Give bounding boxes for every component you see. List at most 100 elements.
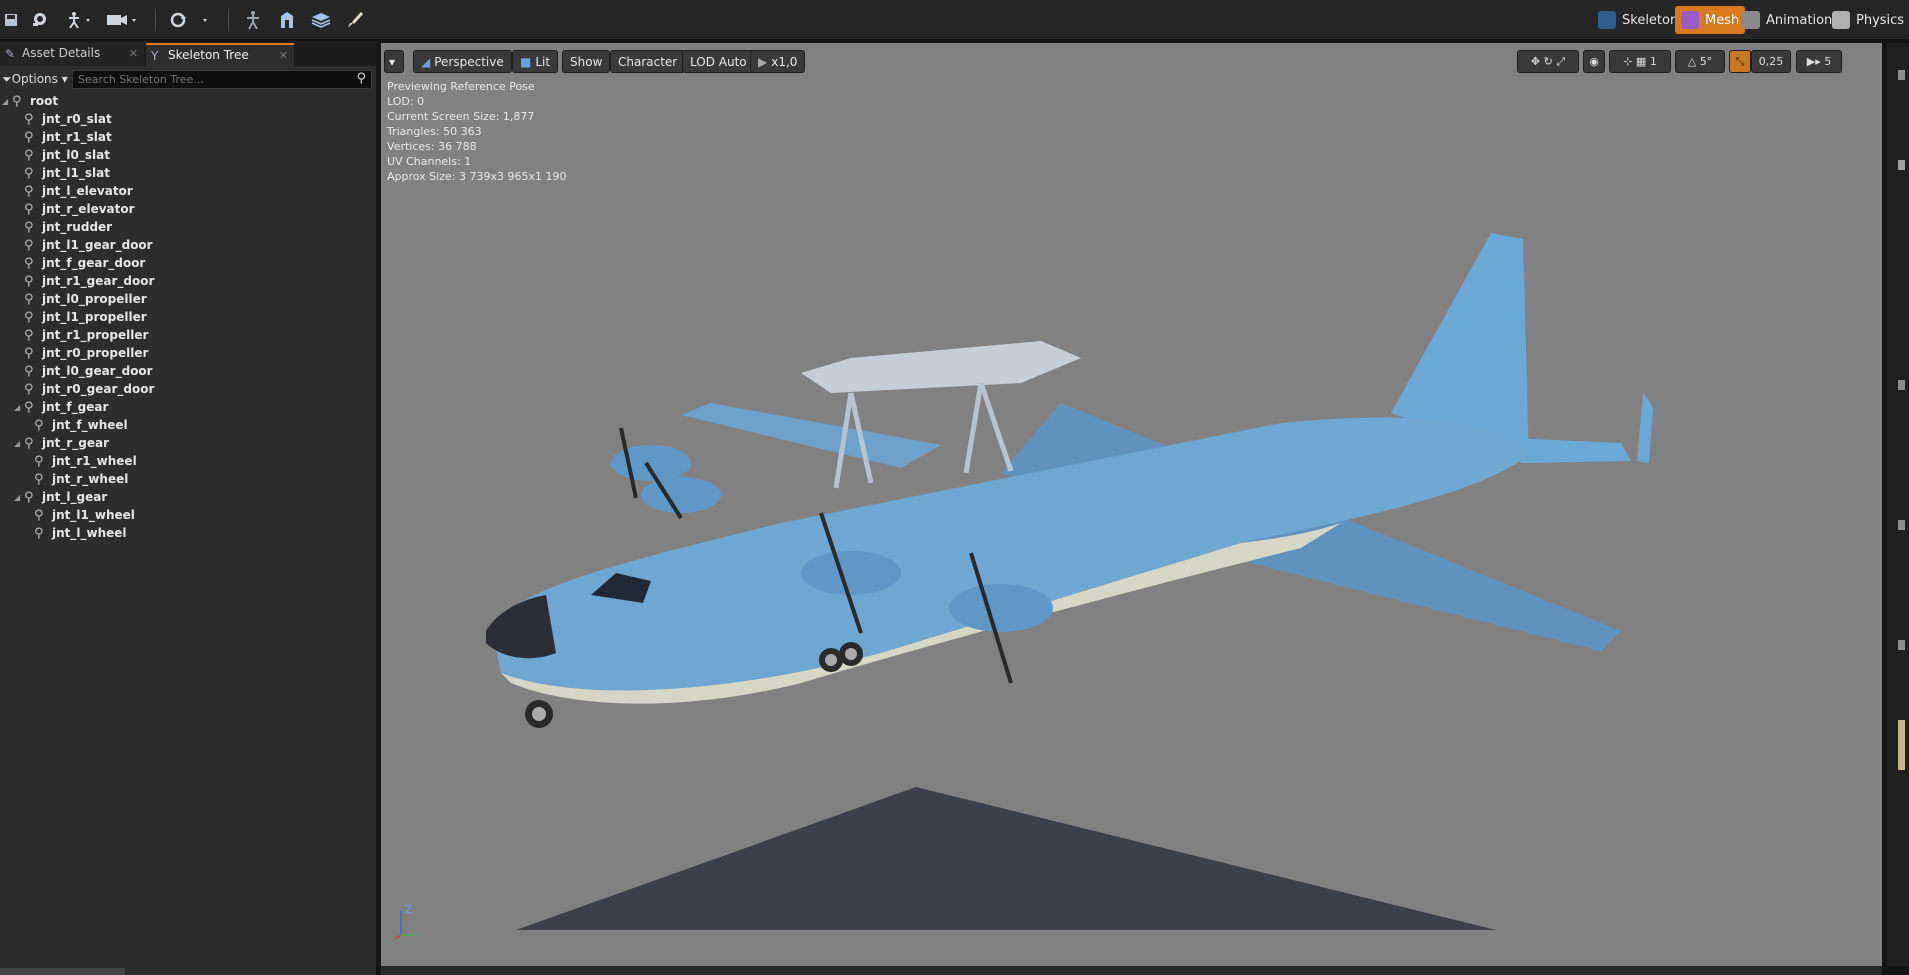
camera-speed-icon: ▶▸ [1806,55,1821,68]
tab-skeleton-tree[interactable]: Y Skeleton Tree ✕ [146,43,294,66]
viewport-menu-button[interactable]: ▾ [384,50,404,73]
tree-node-label: jnt_l0_propeller [42,292,147,306]
perspective-button[interactable]: ◢ Perspective [413,50,512,73]
bone-icon: ⚲ [24,399,34,415]
scale-snap[interactable]: 0,25 [1751,50,1791,73]
tree-node-root[interactable]: ◢ ⚲ root [0,92,376,110]
tree-node-label: jnt_l0_slat [42,148,110,162]
tree-node-jnt-rudder[interactable]: ⚲ jnt_rudder [0,218,376,236]
close-icon[interactable]: ✕ [279,49,288,62]
panel-tabs: ✎ Asset Details ✕ Y Skeleton Tree ✕ [0,41,376,66]
bone-icon: ⚲ [24,291,34,307]
expand-arrow-icon[interactable]: ◢ [14,493,24,502]
tree-node-jnt-f-wheel[interactable]: ⚲ jnt_f_wheel [0,416,376,434]
tree-node-label: jnt_l1_slat [42,166,110,180]
tree-node-label: jnt_r_gear [42,436,110,450]
stat-line: Current Screen Size: 1,877 [387,110,535,123]
perspective-label: Perspective [434,54,504,69]
tree-node-jnt-r1-wheel[interactable]: ⚲ jnt_r1_wheel [0,452,376,470]
options-dropdown[interactable]: ⏷Options ▾ [2,72,68,87]
grid-snap-value[interactable]: 1 [1650,55,1657,68]
tree-node-jnt-l1-gear-door[interactable]: ⚲ jnt_l1_gear_door [0,236,376,254]
save-icon[interactable] [2,6,20,34]
viewport-bottom-bar [381,966,1882,975]
expand-arrow-icon[interactable]: ◢ [14,403,24,412]
reimport-icon[interactable] [166,6,216,34]
scale-icon[interactable]: ⤢ [1556,55,1565,69]
tree-node-jnt-l0-gear-door[interactable]: ⚲ jnt_l0_gear_door [0,362,376,380]
character-button[interactable]: Character [610,50,686,73]
preview-viewport[interactable]: ▾ ◢ Perspective ■ Lit Show Character LOD… [381,43,1882,966]
tree-node-jnt-r-wheel[interactable]: ⚲ jnt_r_wheel [0,470,376,488]
transform-tools[interactable]: ✥ ↻ ⤢ [1517,50,1579,73]
search-input[interactable] [73,70,371,88]
tree-node-jnt-l1-propeller[interactable]: ⚲ jnt_l1_propeller [0,308,376,326]
scale-snap-toggle[interactable]: ⤡ [1729,50,1751,73]
surface-snap-icon[interactable]: ⊹ [1623,55,1632,68]
layers-icon[interactable] [310,6,332,34]
tree-node-jnt-l-gear[interactable]: ◢ ⚲ jnt_l_gear [0,488,376,506]
side-marker [1898,640,1905,650]
tree-node-jnt-l-wheel[interactable]: ⚲ jnt_l_wheel [0,524,376,542]
mesh-icon[interactable] [276,6,298,34]
expand-arrow-icon[interactable]: ◢ [2,97,12,106]
move-icon[interactable]: ✥ [1531,55,1540,68]
tree-node-jnt-r0-gear-door[interactable]: ⚲ jnt_r0_gear_door [0,380,376,398]
tree-node-jnt-l1-wheel[interactable]: ⚲ jnt_l1_wheel [0,506,376,524]
bone-icon[interactable] [242,6,264,34]
right-side-bar[interactable] [1887,43,1909,966]
tree-node-jnt-r1-slat[interactable]: ⚲ jnt_r1_slat [0,128,376,146]
mode-mesh[interactable]: Mesh [1675,6,1746,34]
tree-node-jnt-r-elevator[interactable]: ⚲ jnt_r_elevator [0,200,376,218]
tree-node-label: jnt_r1_wheel [52,454,137,468]
tree-node-jnt-r0-slat[interactable]: ⚲ jnt_r0_slat [0,110,376,128]
main-toolbar: Skeleton Mesh Animation Physics [0,0,1909,40]
scale-snap-icon: ⤡ [1735,54,1745,68]
stat-line: Vertices: 36 788 [387,140,477,153]
bone-icon: ⚲ [24,183,34,199]
tree-node-jnt-r1-gear-door[interactable]: ⚲ jnt_r1_gear_door [0,272,376,290]
tree-node-jnt-r1-propeller[interactable]: ⚲ jnt_r1_propeller [0,326,376,344]
rotate-icon[interactable]: ↻ [1544,55,1553,68]
tab-asset-details[interactable]: ✎ Asset Details ✕ [0,43,144,66]
mode-animation[interactable]: Animation [1736,6,1838,34]
tree-node-jnt-f-gear-door[interactable]: ⚲ jnt_f_gear_door [0,254,376,272]
tree-node-jnt-r-gear[interactable]: ◢ ⚲ jnt_r_gear [0,434,376,452]
camera-icon[interactable] [104,6,140,34]
tree-node-jnt-l1-slat[interactable]: ⚲ jnt_l1_slat [0,164,376,182]
tree-node-jnt-l-elevator[interactable]: ⚲ jnt_l_elevator [0,182,376,200]
tree-node-label: jnt_l_elevator [42,184,133,198]
play-icon: ▶ [758,54,768,69]
brush-icon[interactable] [344,6,366,34]
bone-icon: ⚲ [34,507,44,523]
world-local-toggle[interactable]: ◉ [1583,50,1605,73]
close-icon[interactable]: ✕ [129,47,138,60]
search-icon[interactable]: ⚲ [356,71,366,86]
tree-node-jnt-r0-propeller[interactable]: ⚲ jnt_r0_propeller [0,344,376,362]
aircraft-mesh [486,233,1653,930]
expand-arrow-icon[interactable]: ◢ [14,439,24,448]
tree-node-label: jnt_l1_wheel [52,508,135,522]
mode-skeleton[interactable]: Skeleton [1592,6,1684,34]
bone-icon: ⚲ [24,309,34,325]
perspective-icon: ◢ [421,54,431,69]
rotation-snap[interactable]: △ 5° [1675,50,1725,73]
bone-icon: ⚲ [34,525,44,541]
show-button[interactable]: Show [562,50,611,73]
panel-scrollbar[interactable] [0,968,125,975]
tree-node-jnt-f-gear[interactable]: ◢ ⚲ jnt_f_gear [0,398,376,416]
bone-icon: ⚲ [24,165,34,181]
find-in-browser-icon[interactable] [28,6,52,34]
playback-speed-button[interactable]: ▶ x1,0 [750,50,806,73]
tree-node-jnt-l0-propeller[interactable]: ⚲ jnt_l0_propeller [0,290,376,308]
camera-speed[interactable]: ▶▸ 5 [1796,50,1842,73]
tree-node-jnt-l0-slat[interactable]: ⚲ jnt_l0_slat [0,146,376,164]
stat-line: LOD: 0 [387,95,425,108]
lod-button[interactable]: LOD Auto [682,50,755,73]
grid-icon[interactable]: ▦ [1636,55,1646,68]
grid-snap-tools[interactable]: ⊹ ▦ 1 [1609,50,1671,73]
mode-physics[interactable]: Physics [1826,6,1909,34]
lit-button[interactable]: ■ Lit [512,50,559,73]
tree-node-label: jnt_l0_gear_door [42,364,153,378]
anim-pose-icon[interactable] [62,6,96,34]
